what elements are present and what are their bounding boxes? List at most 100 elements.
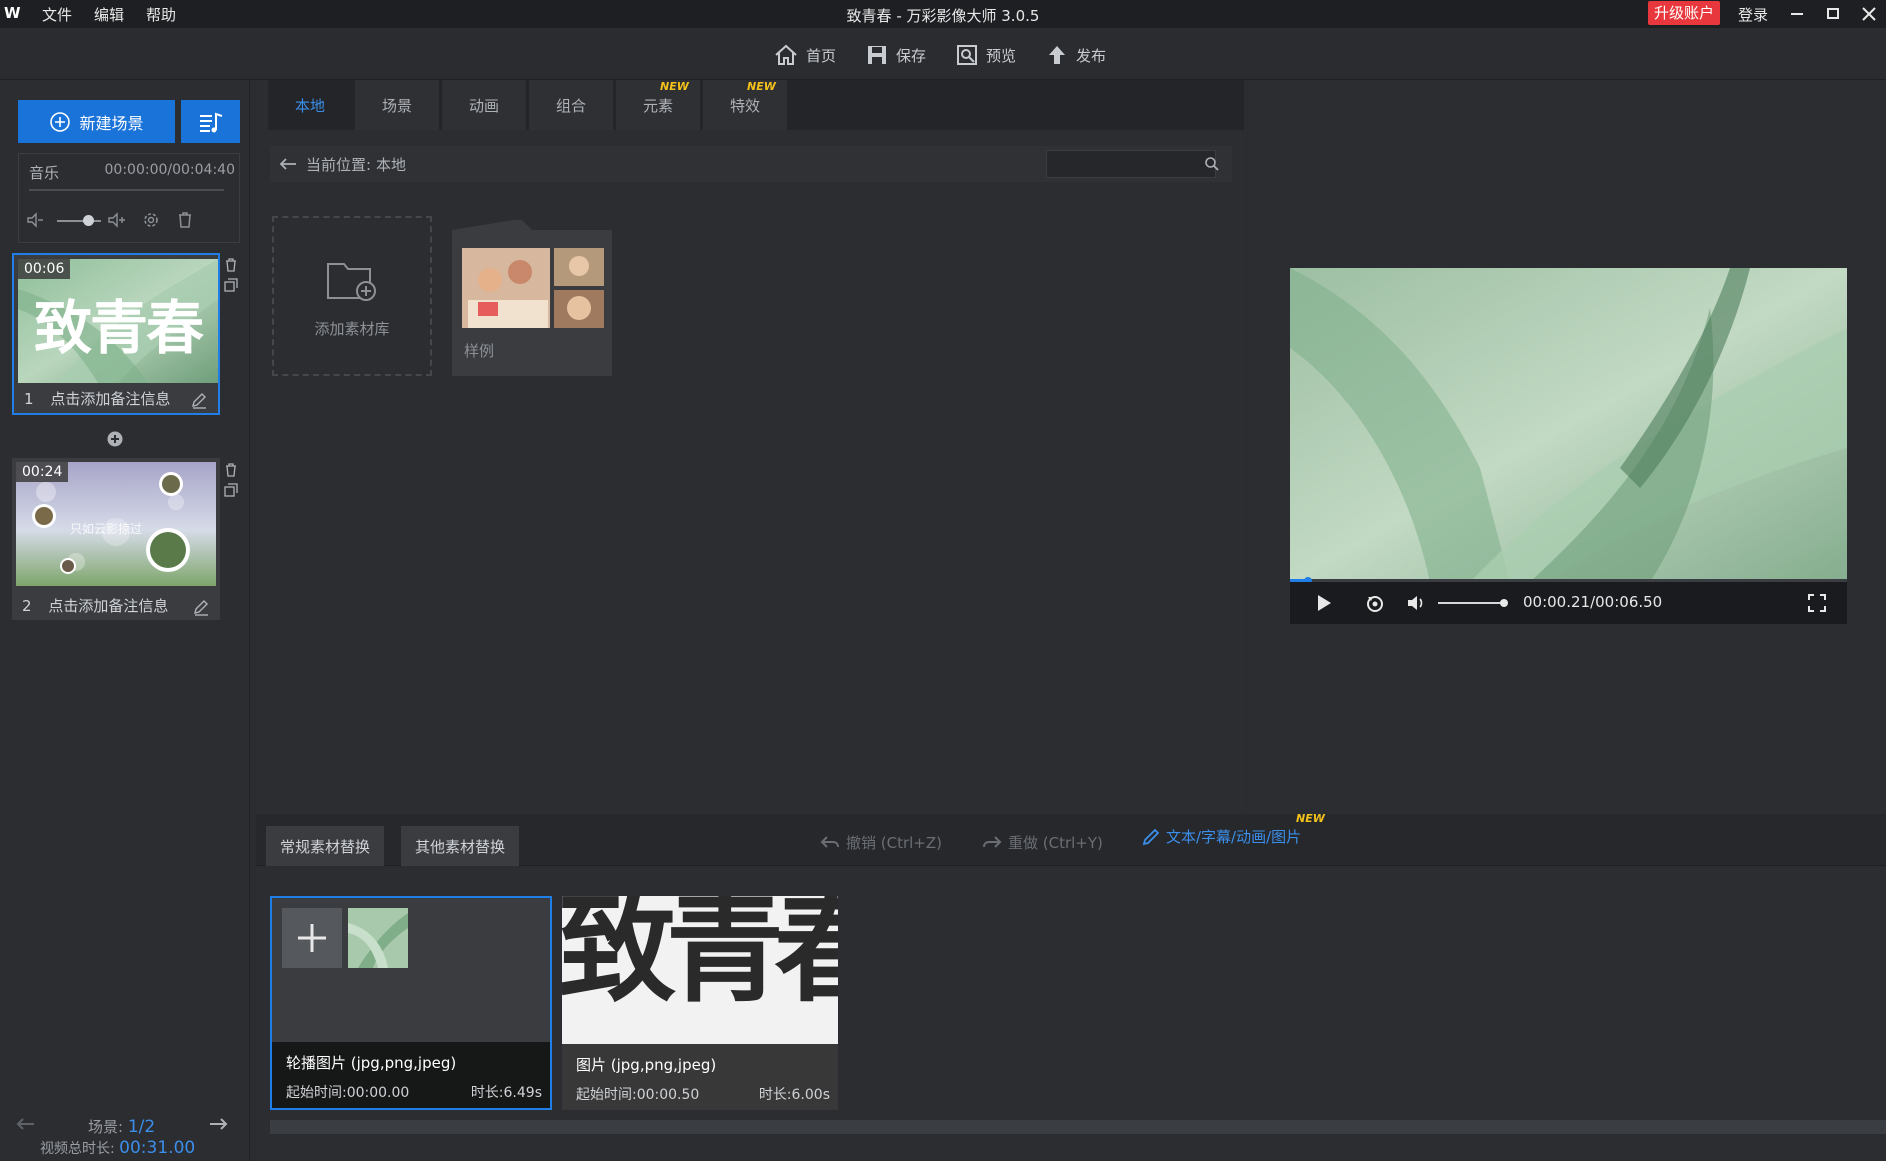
save-button[interactable]: 保存 (866, 42, 926, 68)
preview-video[interactable] (1290, 268, 1847, 582)
add-image-button[interactable] (282, 908, 342, 968)
scene-card-2[interactable]: 只如云影掠过 00:24 2 点击添加备注信息 (12, 458, 220, 620)
volume-down-icon (27, 212, 43, 228)
maximize-button[interactable] (1818, 2, 1848, 26)
copy-icon (224, 483, 238, 497)
plus-icon (298, 924, 326, 952)
fullscreen-button[interactable] (1807, 593, 1827, 613)
replay-button[interactable] (1364, 592, 1386, 614)
music-progress-bar[interactable] (29, 189, 224, 191)
scene-2-delete-button[interactable] (224, 463, 238, 477)
music-volume-slider[interactable] (57, 220, 101, 222)
scene-counter-label: 场景: (88, 1118, 124, 1136)
sample-label: 样例 (464, 342, 495, 360)
minimize-button[interactable] (1782, 2, 1812, 26)
sample-thumbnails (462, 248, 604, 328)
preview-volume-slider[interactable] (1438, 602, 1504, 604)
preview-panel: 00:00.21/00:06.50 (1248, 80, 1886, 814)
text-subtitle-link[interactable]: 文本/字幕/动画/图片 (1142, 826, 1301, 847)
new-scene-button[interactable]: 新建场景 (18, 100, 175, 143)
tab-local[interactable]: 本地 (268, 80, 352, 130)
music-track: 音乐 00:00:00/00:04:40 (18, 153, 240, 243)
tab-other-replace[interactable]: 其他素材替换 (401, 826, 520, 866)
scene-2-overlay-text: 只如云影掠过 (70, 522, 143, 536)
tab-combination[interactable]: 组合 (529, 80, 613, 130)
redo-icon (983, 835, 1002, 848)
minimize-icon (1791, 13, 1803, 15)
trash-icon (226, 463, 236, 477)
plus-circle-icon (107, 431, 123, 447)
elements-new-badge: NEW (660, 80, 689, 93)
save-label: 保存 (896, 46, 927, 65)
preview-button[interactable]: 预览 (956, 42, 1016, 68)
scene-2-copy-button[interactable] (224, 483, 238, 497)
timeline-scrollbar[interactable] (270, 1120, 1886, 1134)
leaf-image (1290, 268, 1847, 582)
arrow-right-icon (210, 1118, 228, 1130)
next-scene-button[interactable] (206, 1116, 230, 1132)
menu-help[interactable]: 帮助 (146, 4, 176, 25)
redo-button[interactable]: 重做 (Ctrl+Y) (982, 832, 1103, 853)
location-bar: 当前位置: 本地 (270, 146, 1232, 182)
pencil-icon (1142, 828, 1160, 845)
scene-2-footer: 2 点击添加备注信息 (22, 595, 168, 616)
music-list-button[interactable] (181, 100, 240, 143)
sample-library-card[interactable]: 样例 (452, 216, 612, 376)
location-label: 当前位置: (306, 156, 372, 174)
preview-label: 预览 (986, 46, 1017, 65)
back-button[interactable] (278, 156, 298, 172)
tab-scene[interactable]: 场景 (355, 80, 439, 130)
scene-2-note[interactable]: 点击添加备注信息 (48, 597, 168, 615)
scene-1-delete-button[interactable] (224, 258, 238, 272)
scene-1-copy-button[interactable] (224, 278, 238, 292)
menu-edit[interactable]: 编辑 (94, 4, 124, 25)
preview-icon (957, 45, 977, 65)
tab-regular-replace[interactable]: 常规素材替换 (266, 826, 385, 866)
asset-card-image[interactable]: 致青春 图片 (jpg,png,jpeg) 起始时间:00:00.50 时长:6… (562, 896, 838, 1110)
asset-2-image-text: 致青春 (562, 896, 838, 1018)
asset-2-duration: 时长:6.00s (758, 1087, 830, 1103)
app-logo: W (4, 4, 21, 22)
scene-card-1[interactable]: 致青春 00:06 1 点击添加备注信息 (12, 253, 220, 415)
leaf-image (348, 908, 408, 968)
insert-scene-button[interactable] (107, 431, 123, 447)
undo-button[interactable]: 撤销 (Ctrl+Z) (820, 832, 942, 853)
music-delete-button[interactable] (175, 210, 195, 230)
total-duration-label: 视频总时长: (40, 1141, 115, 1157)
publish-label: 发布 (1076, 46, 1107, 65)
volume-button[interactable] (1406, 593, 1426, 613)
carousel-thumb-1[interactable] (348, 908, 408, 968)
save-icon (868, 46, 886, 64)
scene-1-note[interactable]: 点击添加备注信息 (50, 390, 170, 408)
prev-scene-button[interactable] (14, 1116, 38, 1132)
play-icon (1318, 595, 1331, 611)
music-settings-button[interactable] (141, 210, 161, 230)
login-link[interactable]: 登录 (1738, 4, 1768, 25)
scene-1-edit-note-button[interactable] (190, 391, 208, 409)
asset-card-carousel[interactable]: 轮播图片 (jpg,png,jpeg) 起始时间:00:00.00 时长:6.4… (270, 896, 552, 1110)
close-button[interactable] (1854, 2, 1884, 26)
music-label: 音乐 (29, 164, 60, 182)
search-button[interactable] (1204, 156, 1220, 172)
scene-1-index: 1 (24, 390, 34, 408)
location-value: 本地 (376, 156, 407, 174)
upgrade-account-button[interactable]: 升级账户 (1648, 1, 1720, 25)
scene-1-duration: 00:06 (18, 259, 71, 279)
volume-up-button[interactable] (107, 210, 127, 230)
publish-button[interactable]: 发布 (1046, 42, 1106, 68)
scene-2-edit-note-button[interactable] (192, 598, 210, 616)
music-volume-handle[interactable] (83, 215, 94, 226)
pencil-icon (194, 600, 208, 616)
pencil-icon (192, 393, 206, 409)
search-input[interactable] (1046, 150, 1216, 178)
scene-counter-value: 1/2 (127, 1117, 156, 1137)
tab-animation[interactable]: 动画 (442, 80, 526, 130)
menu-file[interactable]: 文件 (42, 4, 72, 25)
asset-2-title: 图片 (jpg,png,jpeg) (576, 1056, 717, 1074)
volume-down-button[interactable] (25, 210, 45, 230)
preview-volume-handle[interactable] (1500, 599, 1508, 607)
add-library-card[interactable]: 添加素材库 (272, 216, 432, 376)
scene-panel: 新建场景 音乐 00:00:00/00:04:40 致青春 00:06 1 点击… (0, 80, 250, 1161)
play-button[interactable] (1314, 593, 1334, 613)
home-button[interactable]: 首页 (774, 42, 836, 68)
